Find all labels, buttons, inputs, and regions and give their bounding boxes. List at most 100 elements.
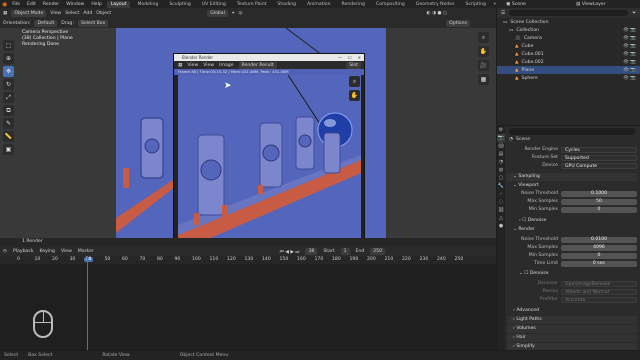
minimize-icon[interactable]: —	[338, 55, 342, 60]
zoom-icon[interactable]: ⌕	[478, 32, 489, 43]
workspace-tab-texture-paint[interactable]: Texture Paint	[233, 1, 271, 8]
outliner-row[interactable]: ▲ Cube.001 👁 📷	[497, 50, 640, 58]
workspace-tab-geometry-nodes[interactable]: Geometry Nodes	[412, 1, 459, 8]
timeline-menu-playback[interactable]: Playback	[13, 249, 34, 254]
outliner-row[interactable]: ▲ Sphere 👁 📷	[497, 74, 640, 82]
workspace-tab-sculpting[interactable]: Sculpting	[165, 1, 194, 8]
visibility-eye-icon[interactable]: 👁 📷	[623, 28, 636, 33]
render-result-dropdown[interactable]: Render Result	[238, 61, 277, 69]
physics-tab-icon[interactable]: ◌	[497, 198, 505, 206]
visibility-eye-icon[interactable]: 👁 📷	[623, 52, 636, 57]
image-editor-type-icon[interactable]: ▦	[178, 63, 182, 68]
render-subpanel-header[interactable]: ⌄ Render	[513, 226, 535, 233]
close-icon[interactable]: ✕	[358, 55, 361, 60]
menu-window[interactable]: Window	[64, 2, 86, 7]
vp-denoise-subpanel[interactable]: › ☐ Denoise	[519, 217, 546, 224]
workspace-tab-shading[interactable]: Shading	[273, 1, 300, 8]
move-tool-icon[interactable]: ✥	[3, 66, 14, 77]
feature-set-dropdown[interactable]: Supported	[561, 154, 637, 161]
render-zoom-icon[interactable]: ⌕	[349, 76, 360, 87]
rotate-tool-icon[interactable]: ↻	[3, 79, 14, 90]
scale-tool-icon[interactable]: ⤢	[3, 92, 14, 103]
render-window[interactable]: Blender Render — ☐ ✕ ▦ View View Image R…	[173, 53, 365, 253]
properties-search-input[interactable]	[509, 128, 635, 135]
timeline-menu-view[interactable]: View	[61, 249, 72, 254]
viewport-menu-select[interactable]: Select	[65, 11, 79, 16]
slot-dropdown[interactable]: Slot	[346, 61, 361, 69]
timeline-menu-marker[interactable]: Marker	[78, 249, 94, 254]
view-layer-selector[interactable]: ▤ ViewLayer	[576, 2, 606, 7]
pan-hand-icon[interactable]: ✋	[478, 46, 489, 57]
sampling-panel-header[interactable]: ⌄ Sampling	[507, 173, 637, 181]
visibility-eye-icon[interactable]: 👁 📷	[623, 60, 636, 65]
menu-render[interactable]: Render	[41, 2, 61, 7]
viewport-menu-view[interactable]: View	[50, 11, 61, 16]
blender-logo-icon[interactable]: ◉	[2, 1, 7, 8]
maximize-icon[interactable]: ☐	[348, 55, 352, 60]
volumes-panel[interactable]: › Volumes	[507, 325, 637, 333]
snap-icon[interactable]: ⌖	[232, 10, 235, 16]
3d-cursor-icon[interactable]: ⊕	[3, 53, 14, 64]
light-paths-panel[interactable]: › Light Paths	[507, 316, 637, 324]
visibility-eye-icon[interactable]: 👁 📷	[623, 36, 636, 41]
workspace-tab-rendering[interactable]: Rendering	[338, 1, 369, 8]
editor-type-icon[interactable]: ▦	[3, 11, 7, 16]
modifier-tab-icon[interactable]: 🔧	[497, 182, 505, 190]
camera-view-icon[interactable]: 🎥	[478, 60, 489, 71]
outliner-row[interactable]: ▲ Plane 👁 📷	[497, 66, 640, 74]
workspace-tab-modeling[interactable]: Modeling	[133, 1, 162, 8]
outliner-row[interactable]: ▭ Scene Collection	[497, 18, 640, 26]
cursor-tool-icon[interactable]: ⬚	[3, 40, 14, 51]
material-tab-icon[interactable]: ●	[497, 222, 505, 230]
r-max-field[interactable]: 4096	[561, 244, 637, 251]
hair-panel[interactable]: › Hair	[507, 334, 637, 342]
measure-tool-icon[interactable]: 📏	[3, 131, 14, 142]
workspace-tab-layout[interactable]: Layout	[106, 0, 131, 8]
outliner-row[interactable]: 🎥 Camera 👁 📷	[497, 34, 640, 42]
vp-noise-field[interactable]: 0.1000	[561, 190, 637, 197]
orientation-dropdown[interactable]: Default	[34, 19, 58, 27]
playback-controls[interactable]: ⏮ ◀ ▶ ⏭	[280, 249, 300, 255]
filter-icon[interactable]: ⏷	[632, 10, 640, 16]
prefilter-dropdown[interactable]: Accurate	[561, 296, 637, 303]
end-frame-field[interactable]: 250	[370, 248, 386, 255]
render-menu-view[interactable]: View	[187, 63, 198, 68]
simplify-panel[interactable]: › Simplify	[507, 343, 637, 350]
render-menu-view-2[interactable]: View	[203, 63, 214, 68]
timeline-menu-keying[interactable]: Keying	[40, 249, 55, 254]
scene-tab-icon[interactable]: ◔	[497, 158, 505, 166]
world-tab-icon[interactable]: ◍	[497, 166, 505, 174]
workspace-tab-compositing[interactable]: Compositing	[372, 1, 409, 8]
visibility-eye-icon[interactable]: 👁 📷	[623, 68, 636, 73]
passes-dropdown[interactable]: Albedo and Normal	[561, 288, 637, 295]
start-frame-field[interactable]: 1	[340, 248, 350, 255]
scene-selector[interactable]: ▣ Scene	[506, 2, 526, 7]
viewport-subpanel-header[interactable]: ⌄ Viewport	[513, 182, 539, 189]
outliner-row[interactable]: ▭ Collection 👁 📷	[497, 26, 640, 34]
viewport-menu-object[interactable]: Object	[96, 11, 111, 16]
object-tab-icon[interactable]: ▢	[497, 174, 505, 182]
outliner-row[interactable]: ▲ Cube.002 👁 📷	[497, 58, 640, 66]
perspective-grid-icon[interactable]: ▦	[478, 74, 489, 85]
outliner-row[interactable]: ▲ Cube 👁 📷	[497, 42, 640, 50]
data-tab-icon[interactable]: △	[497, 214, 505, 222]
vp-max-field[interactable]: 50	[561, 198, 637, 205]
viewport-shading-icons[interactable]: ◐ ◑ ● ○	[427, 11, 447, 16]
r-time-field[interactable]: 0 sec	[561, 260, 637, 267]
output-tab-icon[interactable]: 🖨	[497, 142, 505, 150]
outliner-search-input[interactable]	[509, 10, 629, 16]
render-menu-image[interactable]: Image	[219, 63, 233, 68]
current-frame-field[interactable]: 38	[305, 248, 318, 255]
menu-file[interactable]: File	[10, 2, 22, 7]
timeline-ruler[interactable]: 0 10 20 30 38 50 60 70 80 90 100 110 120 130 140 150 160…	[0, 256, 496, 264]
workspace-tab-animation[interactable]: Animation	[303, 1, 334, 8]
r-denoise-subpanel[interactable]: ⌄ ☐ Denoise	[519, 270, 548, 277]
view-layer-tab-icon[interactable]: ▤	[497, 150, 505, 158]
workspace-tab-uv-editing[interactable]: UV Editing	[198, 1, 230, 8]
transform-orientation-dropdown[interactable]: Global	[207, 9, 228, 17]
timeline-body[interactable]	[0, 256, 496, 350]
visibility-eye-icon[interactable]: 👁 📷	[623, 44, 636, 49]
vp-min-field[interactable]: 0	[561, 206, 637, 213]
proportional-edit-icon[interactable]: ◎	[238, 11, 242, 16]
denoiser-dropdown[interactable]: OpenImageDenoise	[561, 280, 637, 287]
